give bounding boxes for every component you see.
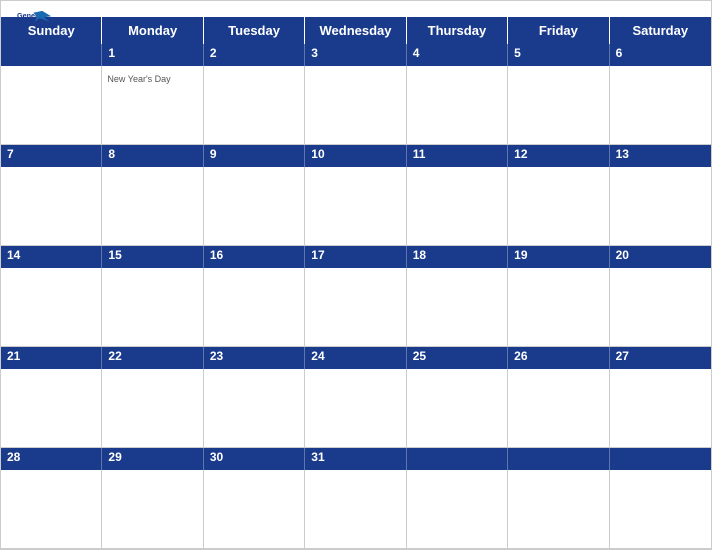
- day-cell-22: [102, 369, 203, 448]
- day-number-16: 16: [204, 246, 305, 268]
- day-number-26: 26: [508, 347, 609, 369]
- day-number-1: 1: [102, 44, 203, 66]
- day-cell-29: [102, 470, 203, 549]
- day-cell-6: [610, 66, 711, 145]
- week-strip-4: 28293031: [1, 448, 711, 470]
- day-number-17: 17: [305, 246, 406, 268]
- day-cell-8: [102, 167, 203, 246]
- day-cell-11: [407, 167, 508, 246]
- day-header-thursday: Thursday: [407, 17, 508, 44]
- day-number-19: 19: [508, 246, 609, 268]
- day-cell-7: [1, 167, 102, 246]
- day-number-2: 2: [204, 44, 305, 66]
- day-cell-9: [204, 167, 305, 246]
- generalblue-logo: General Blue: [17, 9, 53, 29]
- day-cell-25: [407, 369, 508, 448]
- day-cell-28: [1, 470, 102, 549]
- day-number-10: 10: [305, 145, 406, 167]
- day-cell-3: [305, 66, 406, 145]
- calendar-header: General Blue: [1, 1, 711, 17]
- day-cell-27: [610, 369, 711, 448]
- day-header-monday: Monday: [102, 17, 203, 44]
- day-number-7: 7: [1, 145, 102, 167]
- week-row-0: New Year's Day: [1, 66, 711, 145]
- day-number-empty: [1, 44, 102, 66]
- day-cell-14: [1, 268, 102, 347]
- day-cell-18: [407, 268, 508, 347]
- day-header-wednesday: Wednesday: [305, 17, 406, 44]
- day-cell-26: [508, 369, 609, 448]
- day-cell-empty-5: [508, 470, 609, 549]
- week-strip-0: 123456: [1, 44, 711, 66]
- calendar-body: 123456New Year's Day78910111213141516171…: [1, 44, 711, 549]
- day-cell-20: [610, 268, 711, 347]
- week-row-3: [1, 369, 711, 448]
- day-number-30: 30: [204, 448, 305, 470]
- day-number-8: 8: [102, 145, 203, 167]
- day-number-4: 4: [407, 44, 508, 66]
- calendar: General Blue SundayMondayTuesdayWednesda…: [0, 0, 712, 550]
- day-number-12: 12: [508, 145, 609, 167]
- day-number-28: 28: [1, 448, 102, 470]
- day-number-20: 20: [610, 246, 711, 268]
- day-number-27: 27: [610, 347, 711, 369]
- day-number-empty: [407, 448, 508, 470]
- week-strip-2: 14151617181920: [1, 246, 711, 268]
- day-number-13: 13: [610, 145, 711, 167]
- day-cell-empty-6: [610, 470, 711, 549]
- day-number-29: 29: [102, 448, 203, 470]
- week-row-4: [1, 470, 711, 549]
- day-cell-30: [204, 470, 305, 549]
- day-cell-19: [508, 268, 609, 347]
- day-number-3: 3: [305, 44, 406, 66]
- day-cell-16: [204, 268, 305, 347]
- week-strip-1: 78910111213: [1, 145, 711, 167]
- day-number-5: 5: [508, 44, 609, 66]
- day-cell-1: New Year's Day: [102, 66, 203, 145]
- day-cell-17: [305, 268, 406, 347]
- day-number-25: 25: [407, 347, 508, 369]
- week-strip-3: 21222324252627: [1, 347, 711, 369]
- day-cell-15: [102, 268, 203, 347]
- day-cell-10: [305, 167, 406, 246]
- day-header-tuesday: Tuesday: [204, 17, 305, 44]
- week-row-1: [1, 167, 711, 246]
- day-number-18: 18: [407, 246, 508, 268]
- day-number-14: 14: [1, 246, 102, 268]
- day-cell-13: [610, 167, 711, 246]
- day-cell-2: [204, 66, 305, 145]
- day-headers-row: SundayMondayTuesdayWednesdayThursdayFrid…: [1, 17, 711, 44]
- day-header-friday: Friday: [508, 17, 609, 44]
- day-number-22: 22: [102, 347, 203, 369]
- svg-text:Blue: Blue: [17, 19, 33, 28]
- day-number-23: 23: [204, 347, 305, 369]
- day-number-21: 21: [1, 347, 102, 369]
- day-cell-5: [508, 66, 609, 145]
- day-cell-empty-4: [407, 470, 508, 549]
- holiday-label: New Year's Day: [107, 74, 170, 84]
- day-number-31: 31: [305, 448, 406, 470]
- day-header-saturday: Saturday: [610, 17, 711, 44]
- day-cell-12: [508, 167, 609, 246]
- day-number-9: 9: [204, 145, 305, 167]
- day-cell-4: [407, 66, 508, 145]
- day-number-empty: [508, 448, 609, 470]
- day-number-15: 15: [102, 246, 203, 268]
- day-number-empty: [610, 448, 711, 470]
- day-number-24: 24: [305, 347, 406, 369]
- day-cell-24: [305, 369, 406, 448]
- day-number-6: 6: [610, 44, 711, 66]
- day-cell-empty-0: [1, 66, 102, 145]
- week-row-2: [1, 268, 711, 347]
- day-cell-23: [204, 369, 305, 448]
- day-cell-21: [1, 369, 102, 448]
- day-number-11: 11: [407, 145, 508, 167]
- day-cell-31: [305, 470, 406, 549]
